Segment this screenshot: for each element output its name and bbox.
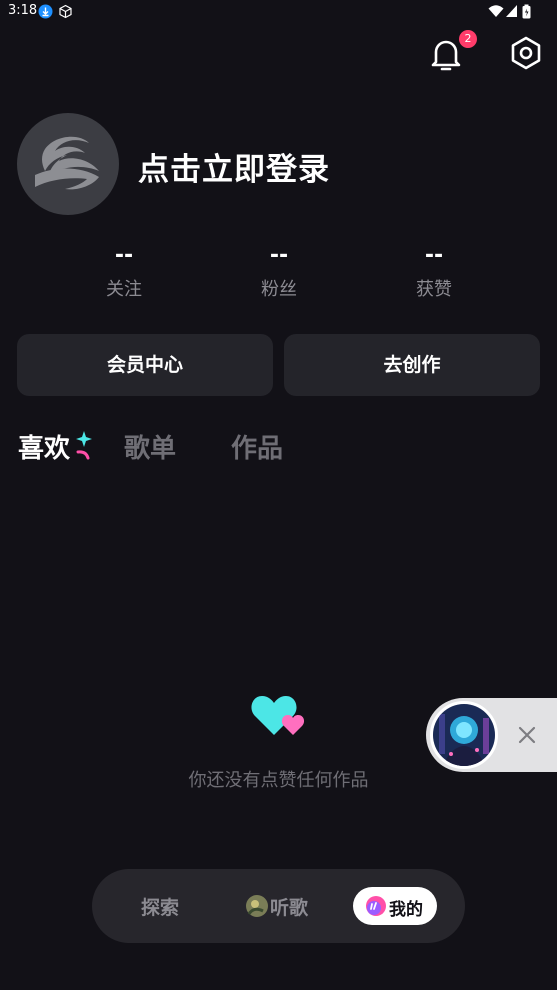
stat-likes-value: -- — [424, 243, 444, 268]
settings-icon[interactable] — [506, 34, 546, 74]
cube-status-icon — [59, 4, 72, 19]
tab-playlists[interactable]: 歌单 — [124, 428, 176, 465]
status-time: 3:18 — [8, 3, 38, 18]
stat-following[interactable]: -- 关注 — [74, 243, 174, 301]
nav-mine[interactable]: 我的 — [389, 895, 423, 920]
status-bar: 3:18 — [0, 0, 557, 24]
stat-likes-label: 获赞 — [416, 279, 452, 300]
listen-avatar-icon[interactable] — [246, 895, 268, 917]
notification-badge: 2 — [459, 30, 477, 48]
empty-hearts-icon — [251, 696, 305, 735]
album-cover-art — [433, 704, 495, 766]
mine-logo-icon — [366, 896, 386, 916]
battery-icon — [522, 4, 531, 19]
stat-following-value: -- — [114, 243, 134, 268]
nav-explore[interactable]: 探索 — [141, 893, 179, 920]
close-icon[interactable] — [514, 722, 540, 748]
stat-fans-value: -- — [269, 243, 289, 268]
download-status-icon — [38, 4, 53, 19]
tab-likes[interactable]: 喜欢 — [18, 428, 70, 465]
tab-works[interactable]: 作品 — [231, 428, 283, 465]
stat-following-label: 关注 — [106, 279, 142, 300]
stat-fans[interactable]: -- 粉丝 — [229, 243, 329, 301]
mini-player-cover[interactable] — [430, 701, 498, 769]
vip-center-button[interactable]: 会员中心 — [17, 334, 273, 396]
signal-icon — [506, 5, 517, 17]
wifi-icon — [488, 5, 504, 17]
stat-fans-label: 粉丝 — [261, 279, 297, 300]
login-prompt[interactable]: 点击立即登录 — [138, 144, 330, 189]
sparkle-icon — [76, 431, 92, 460]
default-avatar-wave-icon — [35, 136, 99, 190]
stat-likes[interactable]: -- 获赞 — [384, 243, 484, 301]
nav-listen[interactable]: 听歌 — [270, 893, 308, 920]
create-button[interactable]: 去创作 — [284, 334, 540, 396]
avatar[interactable] — [17, 113, 119, 215]
